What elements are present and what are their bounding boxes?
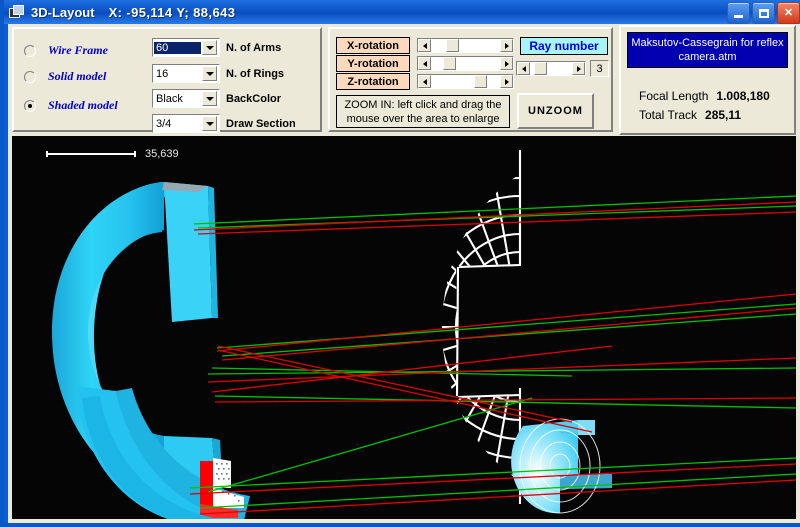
slider-left-arrow-icon[interactable] xyxy=(418,75,431,88)
slider-x-rotation[interactable] xyxy=(417,38,514,53)
chevron-down-icon[interactable] xyxy=(202,91,217,106)
cursor-coordinates: X: -95,114 Y; 88,643 xyxy=(108,4,236,20)
slider-left-arrow-icon[interactable] xyxy=(418,39,431,52)
slider-right-arrow-icon[interactable] xyxy=(500,75,513,88)
slider-track[interactable] xyxy=(431,57,500,70)
chevron-down-icon[interactable] xyxy=(202,40,217,55)
rotation-panel: X-rotation Y-rotation Z-rotation Ray num… xyxy=(328,27,613,132)
radio-solid-model[interactable]: Solid model xyxy=(24,69,106,84)
ray-number-value: 3 xyxy=(590,60,609,77)
slider-thumb[interactable] xyxy=(473,75,487,88)
label-n-of-arms: N. of Arms xyxy=(226,42,282,54)
total-track-row: Total Track 285,11 xyxy=(639,108,741,122)
radio-label: Shaded model xyxy=(48,98,118,112)
secondary-mirror xyxy=(511,418,612,514)
window-controls: ✕ xyxy=(727,2,800,24)
combo-value: 3/4 xyxy=(156,117,172,130)
ray-traces xyxy=(189,195,796,515)
chevron-down-icon[interactable] xyxy=(202,66,217,81)
combo-draw-section[interactable]: 3/4 xyxy=(152,114,220,133)
slider-right-arrow-icon[interactable] xyxy=(500,39,513,52)
combo-value: 16 xyxy=(156,67,169,80)
combo-n-of-arms[interactable]: 60 xyxy=(152,38,220,57)
focal-length-label: Focal Length xyxy=(639,89,709,103)
app-window: 3D-Layout X: -95,114 Y; 88,643 ✕ Wire Fr… xyxy=(0,0,800,527)
total-track-value: 285,11 xyxy=(705,108,742,122)
slider-left-arrow-icon[interactable] xyxy=(418,57,431,70)
label-n-of-rings: N. of Rings xyxy=(226,68,285,80)
zoom-instructions-line2: mouse over the area to enlarge xyxy=(346,112,500,125)
total-track-label: Total Track xyxy=(639,108,698,122)
slider-left-arrow-icon[interactable] xyxy=(517,62,530,75)
slider-thumb[interactable] xyxy=(446,39,460,52)
slider-track[interactable] xyxy=(530,62,572,75)
model-options-panel: Wire Frame Solid model Shaded model 60 N… xyxy=(12,27,322,133)
zoom-instructions-line1: ZOOM IN: left click and drag the xyxy=(344,98,502,111)
slider-z-rotation[interactable] xyxy=(417,74,514,89)
system-name-line2: camera.atm xyxy=(678,51,737,63)
system-name-line1: Maksutov-Cassegrain for reflex xyxy=(631,37,784,49)
minimize-button[interactable] xyxy=(727,2,750,24)
system-info-panel: Maksutov-Cassegrain for reflex camera.at… xyxy=(619,25,796,135)
focal-length-row: Focal Length 1.008,180 xyxy=(639,89,770,103)
3d-viewport[interactable]: 35,639 xyxy=(12,136,796,519)
slider-thumb[interactable] xyxy=(443,57,457,70)
combo-value: Black xyxy=(156,92,183,105)
radio-indicator xyxy=(24,99,36,112)
radio-indicator xyxy=(24,44,36,57)
slider-y-rotation[interactable] xyxy=(417,56,514,71)
radio-shaded-model[interactable]: Shaded model xyxy=(24,98,118,113)
window-title: 3D-Layout xyxy=(31,4,95,20)
slider-track[interactable] xyxy=(431,75,500,88)
zoom-instructions: ZOOM IN: left click and drag the mouse o… xyxy=(336,95,510,128)
slider-right-arrow-icon[interactable] xyxy=(572,62,585,75)
close-button[interactable]: ✕ xyxy=(777,2,800,24)
system-name: Maksutov-Cassegrain for reflex camera.at… xyxy=(627,32,788,68)
label-y-rotation: Y-rotation xyxy=(336,55,410,72)
slider-track[interactable] xyxy=(431,39,500,52)
unzoom-button[interactable]: UNZOOM xyxy=(517,93,594,129)
slider-ray-number[interactable] xyxy=(516,61,586,76)
chevron-down-icon[interactable] xyxy=(202,116,217,131)
combo-backcolor[interactable]: Black xyxy=(152,89,220,108)
title-bar[interactable]: 3D-Layout X: -95,114 Y; 88,643 ✕ xyxy=(4,0,800,24)
slider-right-arrow-icon[interactable] xyxy=(500,57,513,70)
label-z-rotation: Z-rotation xyxy=(336,73,410,90)
radio-indicator xyxy=(24,70,36,83)
optical-layout-drawing xyxy=(52,150,796,519)
radio-label: Solid model xyxy=(48,69,107,83)
label-draw-section: Draw Section xyxy=(226,118,296,130)
radio-wire-frame[interactable]: Wire Frame xyxy=(24,43,108,58)
client-area: Wire Frame Solid model Shaded model 60 N… xyxy=(8,24,800,523)
combo-n-of-rings[interactable]: 16 xyxy=(152,64,220,83)
focal-length-value: 1.008,180 xyxy=(716,89,770,103)
label-backcolor: BackColor xyxy=(226,93,282,105)
combo-value: 60 xyxy=(153,40,202,55)
layout-icon xyxy=(9,5,25,19)
radio-label: Wire Frame xyxy=(48,43,108,57)
slider-thumb[interactable] xyxy=(534,62,548,75)
label-x-rotation: X-rotation xyxy=(336,37,410,54)
maximize-button[interactable] xyxy=(752,2,775,24)
ray-number-title: Ray number xyxy=(520,37,608,55)
